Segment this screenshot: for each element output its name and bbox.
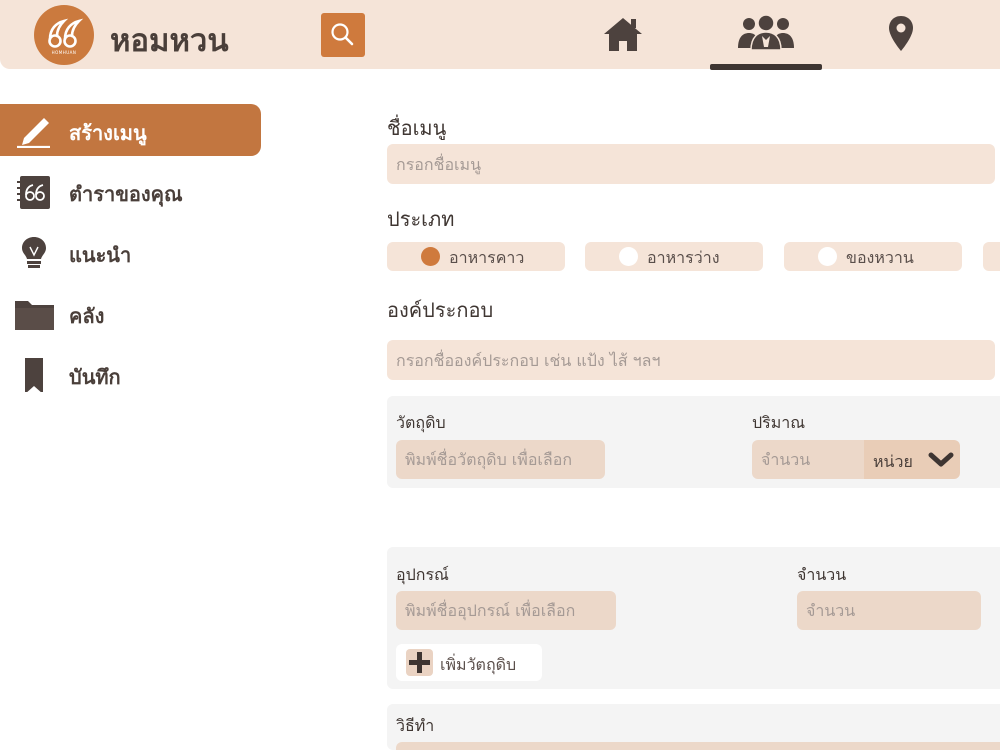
sidebar-item-create-menu[interactable]: สร้างเมนู (0, 104, 261, 156)
location-pin-icon (889, 16, 913, 51)
category-label: ประเภท (387, 207, 455, 231)
brand-name: หอมหวน (110, 23, 229, 59)
method-label: วิธีทำ (396, 716, 435, 735)
menu-name-input[interactable] (387, 144, 995, 184)
brand-logo[interactable]: HOMHUAN (34, 5, 94, 65)
top-bar: HOMHUAN หอมหวน (0, 0, 1000, 70)
radio-unselected-icon (619, 247, 638, 266)
sidebar-item-your-recipes[interactable]: ตำราของคุณ (0, 165, 261, 217)
components-label: องค์ประกอบ (387, 298, 494, 322)
category-option-more[interactable] (983, 242, 1000, 271)
leaf-swirl-logo-icon (48, 18, 84, 48)
sidebar-item-label: สร้างเมนู (69, 121, 147, 145)
nav-location[interactable] (887, 14, 915, 58)
folder-icon (15, 301, 54, 330)
quantity-input[interactable] (752, 440, 867, 479)
recipe-book-icon (17, 176, 50, 209)
bookmark-icon (25, 358, 43, 392)
category-option-savory[interactable]: อาหารคาว (387, 242, 565, 271)
home-icon (604, 18, 642, 51)
radio-selected-icon (421, 247, 440, 266)
plus-icon-box (406, 649, 433, 676)
plus-icon (409, 652, 430, 673)
chevron-down-icon (928, 452, 954, 467)
sidebar-item-label: แนะนำ (69, 243, 132, 267)
active-nav-indicator (710, 64, 822, 70)
sidebar-item-recommend[interactable]: แนะนำ (0, 226, 261, 278)
search-button[interactable] (321, 13, 365, 57)
category-option-label: อาหารคาว (449, 248, 525, 267)
category-option-label: อาหารว่าง (647, 248, 720, 267)
unit-dropdown-label: หน่วย (873, 452, 913, 471)
category-option-dessert[interactable]: ของหวาน (784, 242, 962, 271)
ingredient-search-input[interactable] (396, 440, 605, 479)
equipment-count-input[interactable] (797, 591, 981, 630)
quantity-label: ปริมาณ (752, 413, 806, 432)
components-input[interactable] (387, 340, 995, 380)
equipment-label: อุปกรณ์ (396, 565, 449, 584)
pen-icon (17, 118, 50, 148)
category-option-label: ของหวาน (846, 248, 914, 267)
method-input[interactable] (396, 742, 1000, 750)
radio-unselected-icon (818, 247, 837, 266)
sidebar-item-label: บันทึก (69, 365, 121, 389)
logo-subtext: HOMHUAN (51, 50, 77, 55)
sidebar-item-label: ตำราของคุณ (69, 182, 183, 206)
menu-name-label: ชื่อเมนู (387, 116, 447, 140)
sidebar-item-label: คลัง (69, 304, 105, 328)
group-icon (738, 14, 794, 51)
sidebar-item-library[interactable]: คลัง (0, 287, 261, 339)
ingredient-label: วัตถุดิบ (396, 413, 446, 432)
equipment-count-label: จำนวน (797, 565, 847, 584)
unit-dropdown[interactable]: หน่วย (864, 440, 960, 479)
search-icon (331, 23, 354, 46)
category-option-snack[interactable]: อาหารว่าง (585, 242, 763, 271)
add-ingredient-button[interactable]: เพิ่มวัตถุดิบ (396, 644, 542, 681)
nav-community[interactable] (737, 14, 795, 58)
lightbulb-icon (22, 237, 46, 268)
equipment-search-input[interactable] (396, 591, 616, 630)
nav-home[interactable] (602, 14, 644, 58)
add-ingredient-label: เพิ่มวัตถุดิบ (440, 655, 517, 674)
sidebar-item-saved[interactable]: บันทึก (0, 348, 261, 400)
